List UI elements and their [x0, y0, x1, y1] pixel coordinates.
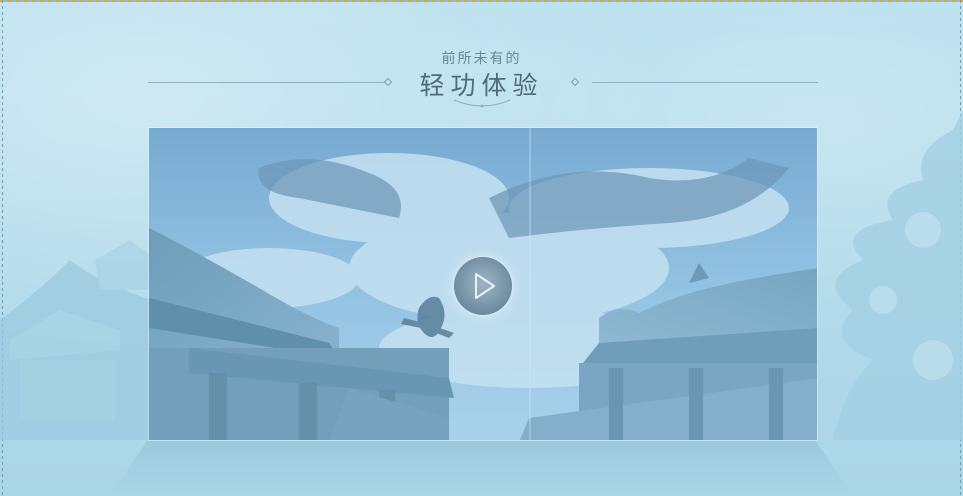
video-reflection	[110, 441, 853, 496]
header-rule-right	[592, 82, 818, 83]
scenery-left-pavilion	[0, 240, 150, 440]
scenery-right-tree	[833, 110, 963, 440]
section-subtitle: 前所未有的	[441, 51, 522, 67]
top-border	[0, 0, 963, 2]
play-icon	[475, 273, 495, 299]
section-header: 前所未有的 轻功体验	[0, 44, 963, 114]
video-player[interactable]	[148, 127, 818, 441]
title-flourish	[453, 99, 511, 108]
play-button[interactable]	[454, 257, 512, 315]
page: 前所未有的 轻功体验	[0, 0, 963, 496]
